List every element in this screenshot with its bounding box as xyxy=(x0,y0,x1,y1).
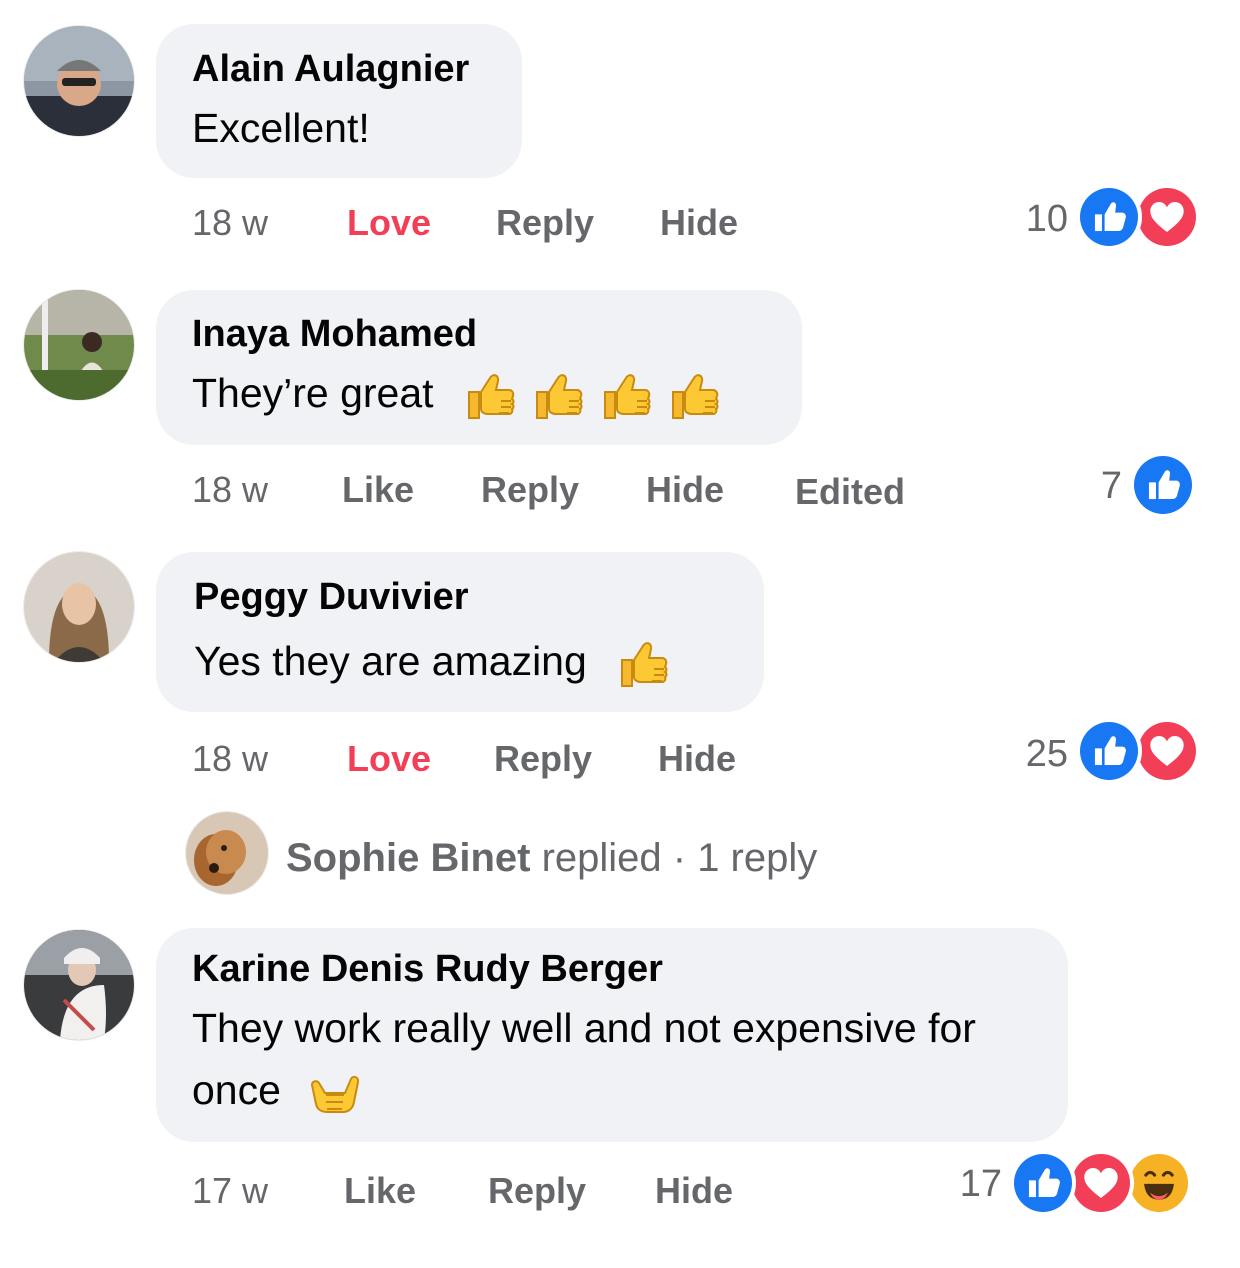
haha-reaction-icon[interactable] xyxy=(1126,1150,1192,1216)
avatar[interactable] xyxy=(24,552,134,662)
like-reaction-icon[interactable] xyxy=(1076,184,1142,250)
reaction-count[interactable]: 7 xyxy=(1040,465,1122,508)
reaction-count[interactable]: 17 xyxy=(920,1163,1002,1206)
reaction-count[interactable]: 25 xyxy=(980,733,1068,776)
like-reaction-icon[interactable] xyxy=(1130,452,1196,518)
reply-summary-text[interactable]: replied · 1 reply xyxy=(530,836,818,880)
like-button[interactable]: Like xyxy=(342,469,414,511)
comment-timestamp[interactable]: 18 w xyxy=(192,738,268,780)
reply-button[interactable]: Reply xyxy=(494,738,592,780)
love-button[interactable]: Love xyxy=(347,738,431,780)
comment-author[interactable]: Alain Aulagnier xyxy=(192,48,469,91)
hide-button[interactable]: Hide xyxy=(646,469,724,511)
like-button[interactable]: Like xyxy=(344,1170,416,1212)
comment-author[interactable]: Karine Denis Rudy Berger xyxy=(192,948,663,991)
love-reaction-icon[interactable] xyxy=(1134,718,1200,784)
reply-button[interactable]: Reply xyxy=(488,1170,586,1212)
love-reaction-icon[interactable] xyxy=(1134,184,1200,250)
comment-text-block: They work really well and not expensive … xyxy=(192,997,1052,1121)
avatar[interactable] xyxy=(24,26,134,136)
comment-text-line: Yes they are amazing xyxy=(194,630,672,692)
edited-label[interactable]: Edited xyxy=(795,471,905,513)
comment-timestamp[interactable]: 18 w xyxy=(192,469,268,511)
thumbs-up-emoji xyxy=(667,368,723,424)
comment-text-line: They’re great xyxy=(192,362,723,424)
thumbs-up-emoji xyxy=(616,636,672,692)
comment-text: Yes they are amazing xyxy=(194,638,587,684)
hide-button[interactable]: Hide xyxy=(660,202,738,244)
avatar[interactable] xyxy=(24,290,134,400)
comment-timestamp[interactable]: 17 w xyxy=(192,1170,268,1212)
reply-button[interactable]: Reply xyxy=(481,469,579,511)
like-reaction-icon[interactable] xyxy=(1076,718,1142,784)
call-me-hand-emoji xyxy=(306,1065,362,1121)
thumbs-up-emoji xyxy=(599,368,655,424)
love-button[interactable]: Love xyxy=(347,202,431,244)
comment-author[interactable]: Inaya Mohamed xyxy=(192,313,477,356)
like-reaction-icon[interactable] xyxy=(1010,1150,1076,1216)
comment-timestamp[interactable]: 18 w xyxy=(192,202,268,244)
comment-text: Excellent! xyxy=(192,105,370,151)
thumbs-up-emoji xyxy=(463,368,519,424)
reply-author[interactable]: Sophie Binet xyxy=(286,836,530,880)
view-replies-link[interactable]: Sophie Binet replied · 1 reply xyxy=(286,836,817,881)
thumbs-up-emoji xyxy=(531,368,587,424)
reply-avatar[interactable] xyxy=(186,812,268,894)
reply-button[interactable]: Reply xyxy=(496,202,594,244)
hide-button[interactable]: Hide xyxy=(658,738,736,780)
comment-text: They’re great xyxy=(192,370,434,416)
love-reaction-icon[interactable] xyxy=(1068,1150,1134,1216)
reaction-count[interactable]: 10 xyxy=(980,198,1068,241)
comment-author[interactable]: Peggy Duvivier xyxy=(194,576,469,619)
hide-button[interactable]: Hide xyxy=(655,1170,733,1212)
avatar[interactable] xyxy=(24,930,134,1040)
